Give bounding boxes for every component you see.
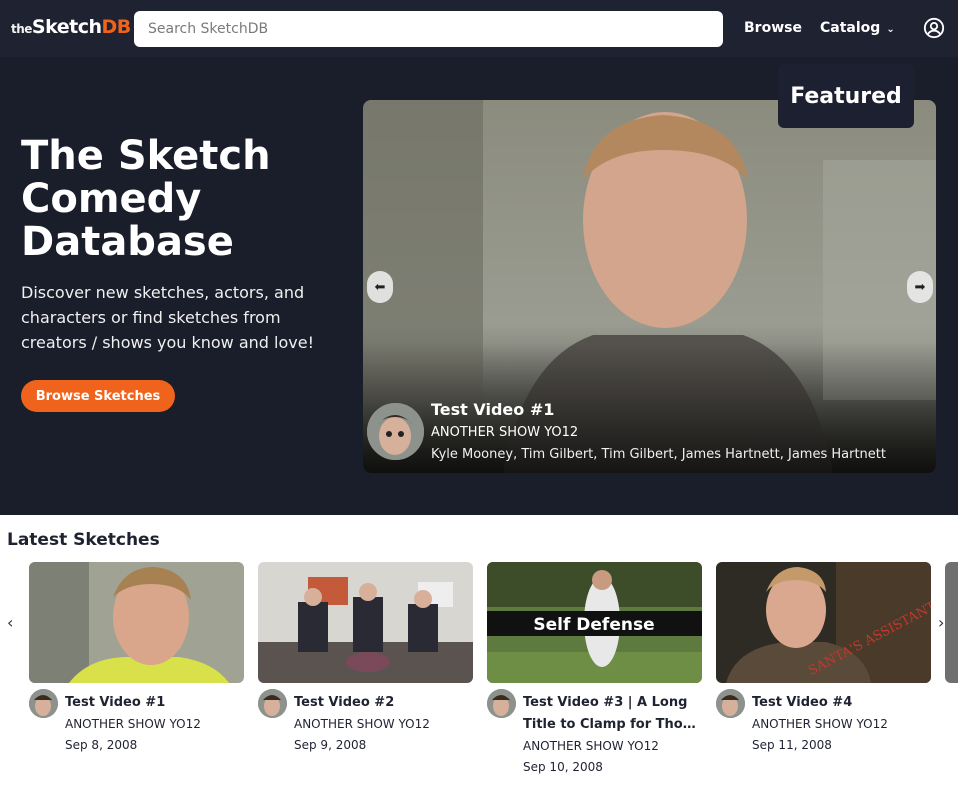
sketch-thumbnail[interactable]	[29, 562, 244, 683]
nav-catalog-label: Catalog	[820, 20, 881, 36]
sketch-thumbnail[interactable]: SANTA'S ASSISTANT	[716, 562, 931, 683]
featured-show[interactable]: ANOTHER SHOW YO12	[431, 425, 578, 440]
sketch-title[interactable]: Test Video #2	[294, 692, 472, 714]
avatar[interactable]	[258, 689, 287, 718]
next-card-peek[interactable]	[945, 562, 958, 683]
logo-sketch: Sketch	[31, 16, 102, 38]
avatar[interactable]	[487, 689, 516, 718]
sketch-card[interactable]: Test Video #1 ANOTHER SHOW YO12 Sep 8, 2…	[29, 562, 244, 752]
avatar[interactable]	[716, 689, 745, 718]
sketch-show[interactable]: ANOTHER SHOW YO12	[294, 714, 472, 735]
chevron-down-icon: ⌄	[886, 24, 895, 35]
logo-the: the	[11, 22, 32, 36]
sketch-date: Sep 10, 2008	[523, 760, 603, 774]
sketch-card[interactable]: Self Defense Test Video #3 | A Long Titl…	[487, 562, 702, 774]
arrow-left-icon[interactable]: ⬅	[367, 271, 393, 303]
sketch-title[interactable]: Test Video #1	[65, 692, 243, 714]
thumb-caption: Self Defense	[533, 615, 654, 635]
sketch-thumbnail[interactable]: Self Defense	[487, 562, 702, 683]
sketch-date: Sep 9, 2008	[294, 738, 367, 752]
avatar[interactable]	[367, 403, 424, 460]
browse-sketches-button[interactable]: Browse Sketches	[21, 380, 175, 412]
nav-browse-link[interactable]: Browse	[744, 20, 802, 36]
user-circle-icon[interactable]	[923, 17, 945, 39]
featured-cast: Kyle Mooney, Tim Gilbert, Tim Gilbert, J…	[431, 447, 886, 462]
sketch-show[interactable]: ANOTHER SHOW YO12	[65, 714, 243, 735]
top-navigation-bar: theSketchDB Browse Catalog ⌄	[0, 0, 958, 57]
hero-description: Discover new sketches, actors, and chara…	[21, 283, 314, 352]
sketch-thumbnail[interactable]	[258, 562, 473, 683]
latest-sketches-heading: Latest Sketches	[7, 530, 160, 550]
chevron-left-icon[interactable]: ‹	[7, 613, 13, 632]
sketch-show[interactable]: ANOTHER SHOW YO12	[752, 714, 930, 735]
featured-tag: Featured	[778, 64, 914, 128]
avatar[interactable]	[29, 689, 58, 718]
site-logo[interactable]: theSketchDB	[11, 16, 131, 38]
sketch-show[interactable]: ANOTHER SHOW YO12	[523, 736, 701, 757]
sketch-title[interactable]: Test Video #4	[752, 692, 930, 714]
sketch-card[interactable]: SANTA'S ASSISTANT Test Video #4 ANOTHER …	[716, 562, 931, 752]
search-input[interactable]	[134, 11, 723, 47]
nav-catalog-dropdown[interactable]: Catalog ⌄	[820, 20, 895, 36]
sketch-date: Sep 11, 2008	[752, 738, 832, 752]
featured-title[interactable]: Test Video #1	[431, 400, 554, 419]
sketch-card[interactable]: Test Video #2 ANOTHER SHOW YO12 Sep 9, 2…	[258, 562, 473, 752]
sketch-date: Sep 8, 2008	[65, 738, 138, 752]
hero-title: The Sketch Comedy Database	[21, 133, 271, 265]
logo-db: DB	[101, 16, 132, 38]
latest-sketches-section: Latest Sketches ‹ Test Video #1 ANOTHER …	[0, 515, 958, 795]
sketch-title[interactable]: Test Video #3 | A Long Title to Clamp fo…	[523, 692, 701, 736]
chevron-right-icon[interactable]: ›	[938, 613, 944, 632]
arrow-right-icon[interactable]: ➡	[907, 271, 933, 303]
